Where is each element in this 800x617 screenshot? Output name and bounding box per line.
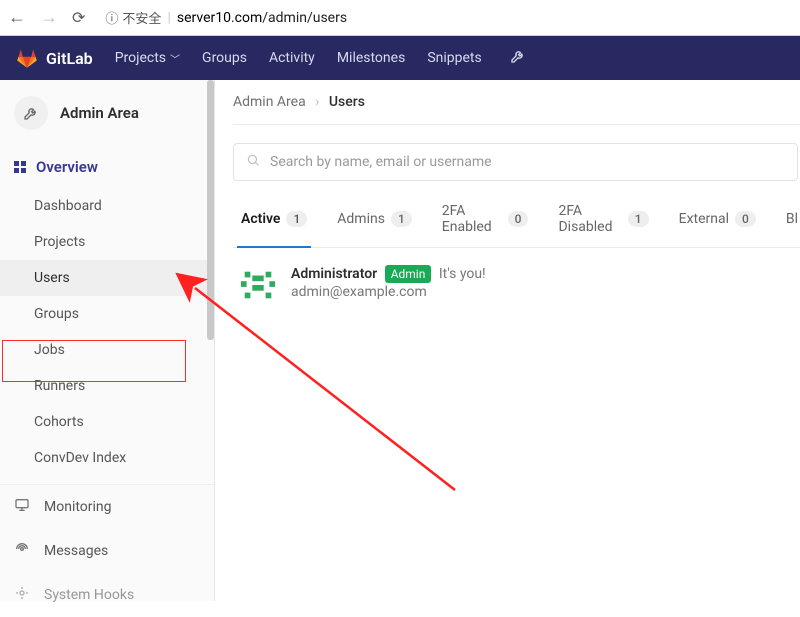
nav-projects[interactable]: Projects ﹀ bbox=[115, 50, 180, 66]
sidebar-item-cohorts[interactable]: Cohorts bbox=[0, 404, 214, 440]
forward-button[interactable]: → bbox=[40, 7, 58, 28]
search-placeholder: Search by name, email or username bbox=[270, 154, 492, 170]
nav-snippets[interactable]: Snippets bbox=[427, 50, 481, 66]
info-icon: ⓘ bbox=[105, 8, 118, 27]
sidebar-item-groups[interactable]: Groups bbox=[0, 296, 214, 332]
sidebar-item-label: Messages bbox=[44, 543, 108, 559]
brand-name: GitLab bbox=[46, 49, 93, 68]
gitlab-logo[interactable]: GitLab bbox=[16, 47, 93, 69]
hook-icon bbox=[14, 585, 32, 605]
admin-wrench-icon[interactable] bbox=[510, 48, 526, 68]
sidebar-scrollbar[interactable] bbox=[207, 80, 214, 340]
reload-button[interactable]: ⟳ bbox=[72, 8, 85, 27]
user-email: admin@example.com bbox=[291, 284, 486, 300]
nav-groups[interactable]: Groups bbox=[202, 50, 247, 66]
sidebar-item-monitoring[interactable]: Monitoring bbox=[0, 485, 214, 529]
broadcast-icon bbox=[14, 541, 32, 561]
sidebar-item-users[interactable]: Users bbox=[0, 260, 214, 296]
sidebar-item-label: Monitoring bbox=[44, 499, 112, 515]
browser-toolbar: ← → ⟳ ⓘ 不安全 | server10.com/admin/users bbox=[0, 0, 800, 36]
sidebar-item-messages[interactable]: Messages bbox=[0, 529, 214, 573]
user-name[interactable]: Administrator bbox=[291, 266, 377, 282]
grid-icon bbox=[14, 161, 26, 173]
sidebar-item-convdev[interactable]: ConvDev Index bbox=[0, 440, 214, 476]
nav-milestones[interactable]: Milestones bbox=[337, 50, 406, 66]
its-you-label: It's you! bbox=[439, 266, 486, 282]
gitlab-icon bbox=[16, 47, 38, 69]
tab-2fa-disabled[interactable]: 2FA Disabled1 bbox=[556, 203, 650, 247]
user-list-item[interactable]: Administrator Admin It's you! admin@exam… bbox=[233, 248, 800, 304]
user-identicon bbox=[239, 266, 277, 304]
sidebar-item-projects[interactable]: Projects bbox=[0, 224, 214, 260]
tab-blocked[interactable]: Bl bbox=[784, 203, 800, 247]
address-bar[interactable]: ⓘ 不安全 | server10.com/admin/users bbox=[97, 5, 792, 31]
breadcrumb: Admin Area › Users bbox=[233, 80, 800, 125]
sidebar-item-runners[interactable]: Runners bbox=[0, 368, 214, 404]
global-nav: GitLab Projects ﹀ Groups Activity Milest… bbox=[0, 36, 800, 80]
nav-activity[interactable]: Activity bbox=[269, 50, 315, 66]
main-content: Admin Area › Users Search by name, email… bbox=[215, 80, 800, 601]
tab-external[interactable]: External0 bbox=[677, 203, 758, 247]
sidebar-item-jobs[interactable]: Jobs bbox=[0, 332, 214, 368]
search-input[interactable]: Search by name, email or username bbox=[233, 143, 798, 181]
search-icon bbox=[246, 153, 260, 171]
sidebar-section-label: Overview bbox=[36, 158, 98, 176]
sidebar-item-dashboard[interactable]: Dashboard bbox=[0, 188, 214, 224]
insecure-indicator: ⓘ 不安全 bbox=[105, 8, 161, 27]
back-button[interactable]: ← bbox=[8, 7, 26, 28]
sidebar-item-system-hooks[interactable]: System Hooks bbox=[0, 573, 214, 617]
monitor-icon bbox=[14, 497, 32, 517]
admin-badge: Admin bbox=[385, 265, 432, 283]
sidebar-title: Admin Area bbox=[60, 104, 139, 122]
sidebar-section-overview[interactable]: Overview bbox=[0, 148, 214, 186]
url-text: server10.com/admin/users bbox=[177, 10, 347, 26]
sidebar: Admin Area Overview Dashboard Projects U… bbox=[0, 80, 215, 601]
user-tabs: Active1 Admins1 2FA Enabled0 2FA Disable… bbox=[233, 181, 800, 248]
wrench-icon bbox=[23, 105, 39, 121]
tab-2fa-enabled[interactable]: 2FA Enabled0 bbox=[440, 203, 531, 247]
chevron-down-icon: ﹀ bbox=[170, 51, 180, 66]
tab-admins[interactable]: Admins1 bbox=[335, 203, 414, 247]
tab-active[interactable]: Active1 bbox=[239, 203, 309, 247]
chevron-right-icon: › bbox=[315, 94, 319, 110]
breadcrumb-current: Users bbox=[329, 94, 365, 110]
breadcrumb-root[interactable]: Admin Area bbox=[233, 94, 306, 110]
insecure-label: 不安全 bbox=[122, 8, 161, 27]
admin-avatar bbox=[14, 96, 48, 130]
